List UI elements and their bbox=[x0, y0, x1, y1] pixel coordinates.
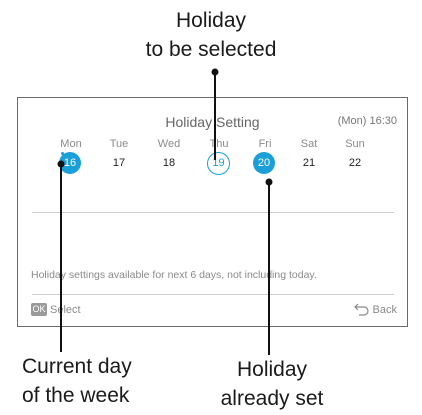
leader-dot-icon bbox=[265, 178, 273, 186]
callout-text: Holiday bbox=[236, 358, 308, 381]
callout-text: already set bbox=[220, 387, 324, 410]
callout-current-day: Current day of the week bbox=[22, 352, 132, 410]
leader-dot-icon bbox=[211, 68, 219, 76]
leader-dot-icon bbox=[57, 160, 65, 168]
callout-text: of the week bbox=[22, 384, 130, 407]
callout-holiday-already-set: Holiday already set bbox=[196, 355, 348, 413]
callout-text: Current day bbox=[22, 355, 132, 378]
